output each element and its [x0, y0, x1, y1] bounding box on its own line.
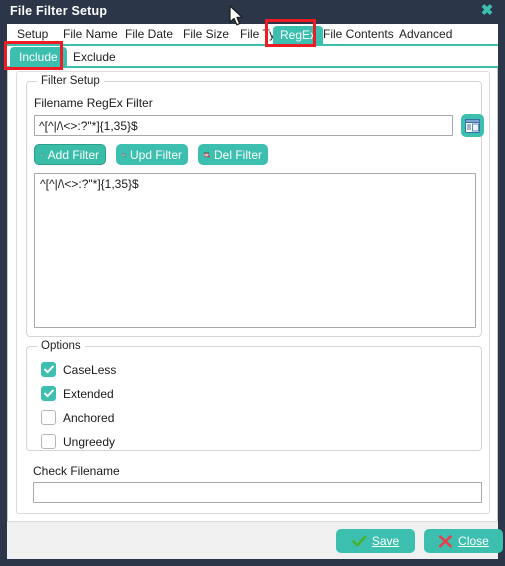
subtab-exclude[interactable]: Exclude	[64, 47, 125, 67]
del-filter-label: Del Filter	[213, 147, 262, 162]
extended-checkbox[interactable]	[41, 386, 56, 401]
ungreedy-checkbox[interactable]	[41, 434, 56, 449]
anchored-checkbox[interactable]	[41, 410, 56, 425]
upd-filter-label: Upd Filter	[129, 147, 182, 162]
filename-regex-filter-label: Filename RegEx Filter	[34, 96, 153, 110]
tab-setup[interactable]: Setup	[10, 24, 55, 44]
anchored-label: Anchored	[63, 410, 115, 425]
title-bar: File Filter Setup ✖	[0, 0, 505, 24]
options-group: Options CaseLess Extended Anchored Ungre…	[26, 340, 482, 451]
extended-label: Extended	[63, 386, 114, 401]
close-label: Close	[458, 534, 489, 548]
window-title: File Filter Setup	[10, 4, 108, 18]
add-row-icon	[41, 153, 44, 156]
update-row-icon	[122, 152, 126, 157]
tab-file-date[interactable]: File Date	[118, 24, 180, 44]
panel-inner-frame: Filter Setup Filename RegEx Filter ^[^|/…	[16, 71, 490, 514]
filter-setup-group: Filter Setup Filename RegEx Filter ^[^|/…	[26, 75, 484, 337]
upd-filter-button[interactable]: Upd Filter	[116, 144, 188, 165]
check-icon	[352, 535, 367, 546]
tab-advanced[interactable]: Advanced	[392, 24, 459, 44]
file-filter-setup-window: File Filter Setup ✖ Setup File Name File…	[0, 0, 505, 566]
check-filename-label: Check Filename	[33, 464, 120, 478]
filter-list-textarea[interactable]	[34, 173, 476, 328]
delete-row-icon	[204, 151, 210, 158]
tab-file-name[interactable]: File Name	[56, 24, 125, 44]
checkbox-row-caseless[interactable]: CaseLess	[41, 362, 116, 377]
window-close-icon[interactable]: ✖	[479, 3, 495, 19]
subtab-include[interactable]: Include	[10, 47, 67, 67]
checkbox-row-extended[interactable]: Extended	[41, 386, 114, 401]
check-icon	[43, 389, 54, 398]
save-label: Save	[371, 534, 400, 548]
check-filename-input[interactable]	[33, 482, 482, 503]
regex-panel: Filter Setup Filename RegEx Filter ^[^|/…	[7, 68, 498, 521]
document-list-icon	[465, 118, 480, 133]
options-group-label: Options	[37, 340, 85, 352]
filter-setup-group-label: Filter Setup	[37, 75, 104, 87]
caseless-label: CaseLess	[63, 362, 117, 377]
checkbox-row-ungreedy[interactable]: Ungreedy	[41, 434, 115, 449]
del-filter-button[interactable]: Del Filter	[198, 144, 268, 165]
caseless-checkbox[interactable]	[41, 362, 56, 377]
ungreedy-label: Ungreedy	[63, 434, 116, 449]
dialog-footer: Save Close	[7, 521, 503, 559]
tab-file-contents[interactable]: File Contents	[316, 24, 401, 44]
regex-browse-button[interactable]	[461, 114, 484, 137]
add-filter-button[interactable]: Add Filter	[34, 144, 106, 165]
close-button[interactable]: Close	[424, 529, 503, 553]
check-icon	[43, 365, 54, 374]
add-filter-label: Add Filter	[47, 147, 99, 162]
save-button[interactable]: Save	[336, 529, 415, 553]
include-exclude-tab-strip: Include Exclude	[7, 46, 498, 68]
x-icon	[439, 534, 453, 547]
checkbox-row-anchored[interactable]: Anchored	[41, 410, 114, 425]
main-tab-strip: Setup File Name File Date File Size File…	[7, 24, 498, 46]
tab-file-size[interactable]: File Size	[176, 24, 236, 44]
filename-regex-filter-input[interactable]	[34, 115, 453, 136]
